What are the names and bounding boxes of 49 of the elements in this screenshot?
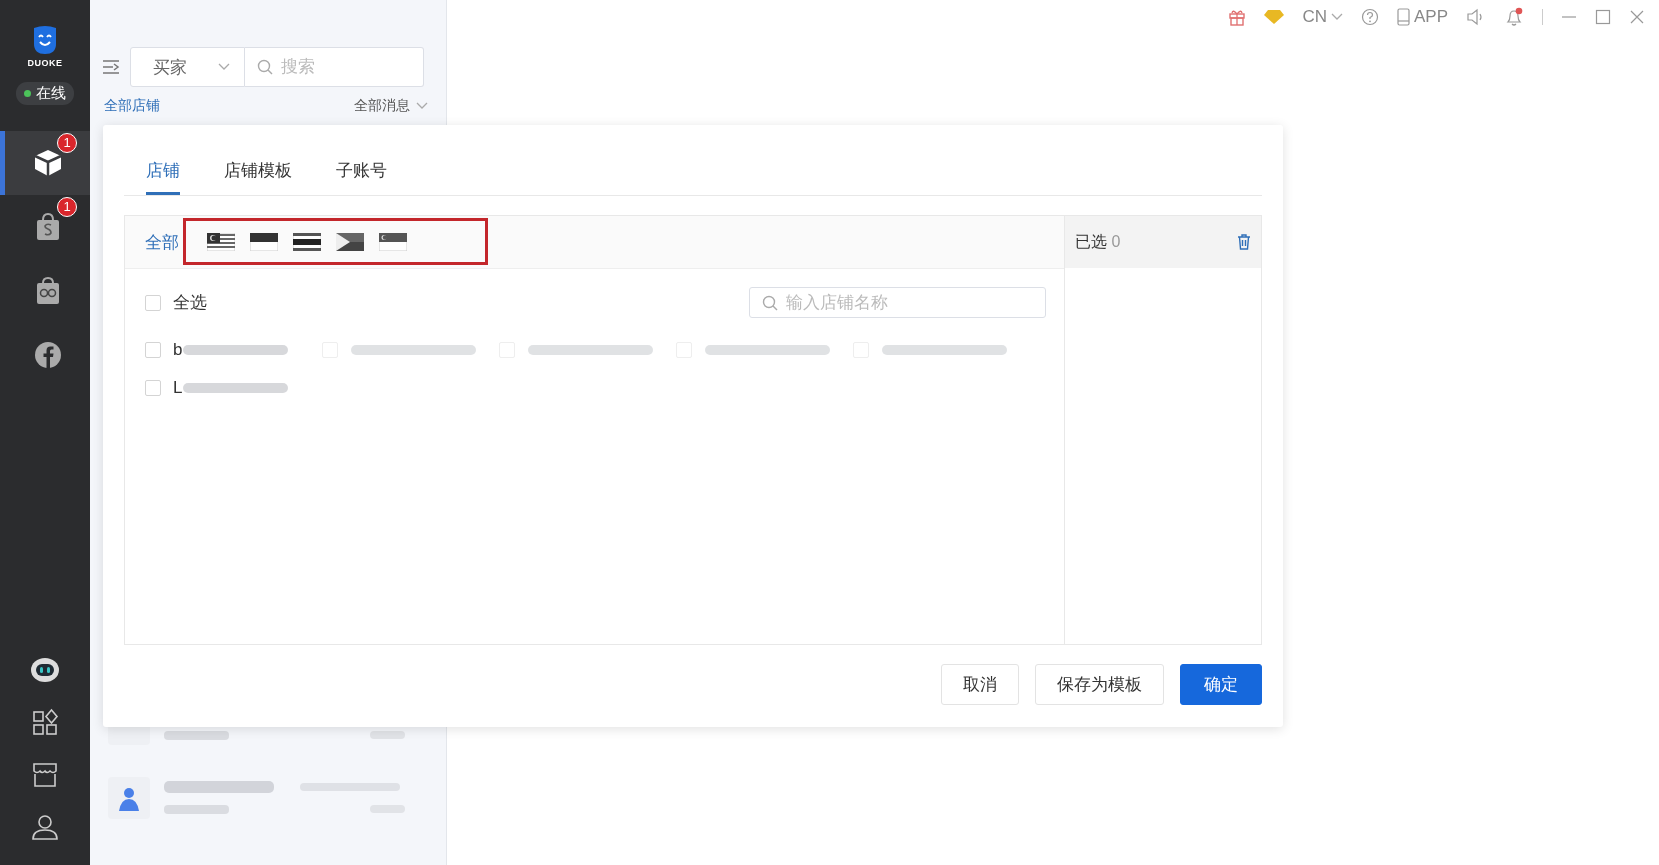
- tab[interactable]: 店铺: [146, 159, 180, 195]
- app-download-link[interactable]: APP: [1396, 7, 1448, 27]
- checkbox[interactable]: [145, 342, 161, 358]
- menu-icon[interactable]: [102, 59, 120, 75]
- search-icon: [257, 59, 273, 75]
- logo-text: DUOKE: [27, 58, 63, 68]
- store-name[interactable]: L: [173, 378, 183, 398]
- phone-icon: [1396, 8, 1410, 26]
- sidebar-item[interactable]: 1: [0, 195, 90, 259]
- sidebar-item[interactable]: 1: [0, 131, 90, 195]
- search-field[interactable]: 搜索: [245, 47, 424, 87]
- selected-count-label: 已选 0: [1075, 231, 1121, 252]
- tab[interactable]: 店铺模板: [224, 159, 292, 195]
- role-dropdown[interactable]: 买家: [130, 47, 245, 87]
- flag-icon[interactable]: [379, 233, 407, 251]
- language-dropdown[interactable]: CN: [1302, 7, 1343, 27]
- store-name[interactable]: b: [173, 340, 183, 360]
- select-all-label[interactable]: 全选: [173, 291, 207, 314]
- filter-all-link[interactable]: 全部: [145, 230, 179, 254]
- bell-icon[interactable]: [1504, 7, 1524, 27]
- flag-icon[interactable]: [336, 233, 364, 251]
- help-icon[interactable]: [1360, 8, 1379, 26]
- chevron-down-icon: [218, 63, 230, 71]
- chevron-down-icon: [1330, 13, 1343, 21]
- search-icon: [762, 294, 778, 311]
- dialog-button[interactable]: 取消: [941, 664, 1019, 705]
- confirm-button[interactable]: 确定: [1180, 664, 1262, 705]
- checkbox[interactable]: [145, 380, 161, 396]
- close-icon[interactable]: [1629, 9, 1645, 25]
- search-input[interactable]: 搜索: [281, 48, 411, 86]
- person-icon: [117, 785, 141, 811]
- maximize-icon[interactable]: [1595, 9, 1611, 25]
- gift-icon[interactable]: [1228, 8, 1247, 26]
- chevron-down-icon: [416, 102, 428, 110]
- count-badge: 1: [57, 197, 77, 217]
- dialog-button[interactable]: 保存为模板: [1035, 664, 1164, 705]
- message-filter-dropdown[interactable]: 全部消息: [354, 97, 428, 115]
- trash-icon[interactable]: [1237, 234, 1251, 250]
- flag-icon[interactable]: [250, 233, 278, 251]
- store-search-input[interactable]: 输入店铺名称: [786, 288, 1033, 317]
- diamond-icon[interactable]: [1264, 9, 1285, 25]
- count-badge: 1: [57, 133, 77, 153]
- store-search-field[interactable]: 输入店铺名称: [749, 287, 1046, 318]
- store-filter-link[interactable]: 全部店铺: [104, 97, 160, 115]
- flag-icon[interactable]: [207, 233, 235, 251]
- flag-icon[interactable]: [293, 233, 321, 251]
- tab[interactable]: 子账号: [336, 159, 387, 195]
- status-pill: 在线: [16, 82, 74, 105]
- checkbox[interactable]: [145, 294, 161, 311]
